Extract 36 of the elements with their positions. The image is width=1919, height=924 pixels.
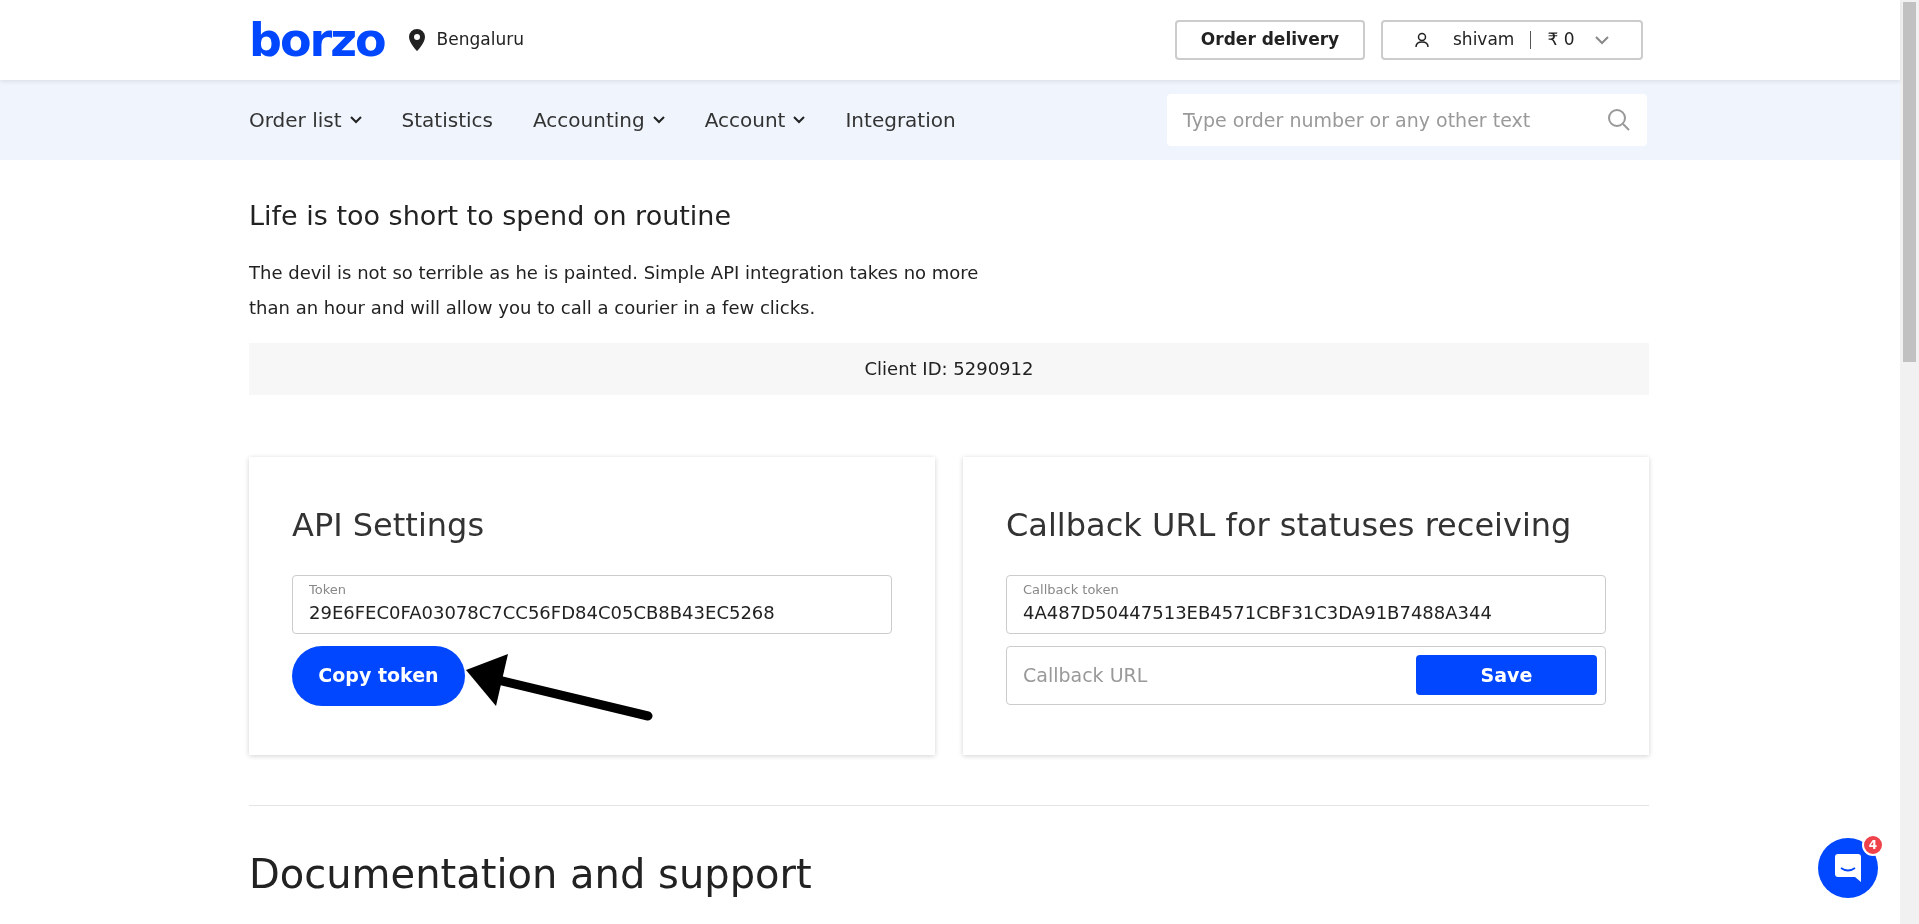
intro-title: Life is too short to spend on routine — [249, 199, 733, 233]
callback-url-field[interactable]: Callback URL — [1023, 660, 1416, 690]
scrollbar-thumb[interactable] — [1903, 2, 1916, 362]
chat-button[interactable] — [1818, 838, 1878, 898]
nav-link[interactable]: Accounting — [533, 105, 665, 135]
callback-url-group[interactable]: Callback URL Save — [1006, 645, 1606, 705]
nav-link[interactable]: Statistics — [401, 105, 493, 135]
balance: ₹ 0 — [1547, 28, 1575, 52]
nav-link[interactable]: Integration — [845, 105, 956, 135]
nav-link[interactable]: Account — [704, 105, 806, 135]
client-id: Client ID: 5290912 — [249, 342, 1649, 395]
city-label[interactable]: Bengaluru — [436, 27, 524, 53]
docs-title: Documentation and support — [249, 849, 813, 899]
notification-badge: 4 — [1862, 834, 1884, 856]
callback-token-field[interactable]: Callback token 4A487D50447513EB4571CBF31C3DA91B7488A344 — [1006, 574, 1606, 634]
card-title: API Settings — [292, 504, 486, 546]
card-title: Callback URL for statuses receiving — [1006, 504, 1573, 546]
intro-text: The devil is not so terrible as he is painted. Simple API integration takes no more than an hour and will allow you to call a courier in a few clicks. — [249, 260, 980, 320]
chevron-down-icon — [1595, 35, 1609, 45]
chevron-down-icon — [793, 116, 806, 124]
search-field[interactable]: Type order number or any other text — [1167, 94, 1647, 146]
nav-link[interactable]: Order list — [249, 105, 362, 135]
order-delivery-button[interactable]: Order delivery — [1175, 20, 1365, 60]
token-field[interactable]: Token 29E6FEC0FA03078C7CC56FD84C05CB8B43EC5268 — [292, 574, 892, 634]
chevron-down-icon — [349, 116, 362, 124]
user-icon — [1415, 32, 1429, 48]
user-name: shivam — [1453, 28, 1515, 52]
search-input[interactable]: Type order number or any other text — [1183, 105, 1607, 135]
user-menu[interactable]: shivam ₹ 0 — [1381, 20, 1643, 60]
save-button[interactable]: Save — [1416, 655, 1597, 695]
chat-icon — [1835, 854, 1861, 882]
location-pin-icon — [408, 29, 425, 51]
search-icon[interactable] — [1607, 108, 1631, 132]
logo[interactable]: borzo — [249, 17, 385, 63]
copy-token-button[interactable]: Copy token — [292, 645, 465, 706]
chevron-down-icon — [652, 116, 665, 124]
